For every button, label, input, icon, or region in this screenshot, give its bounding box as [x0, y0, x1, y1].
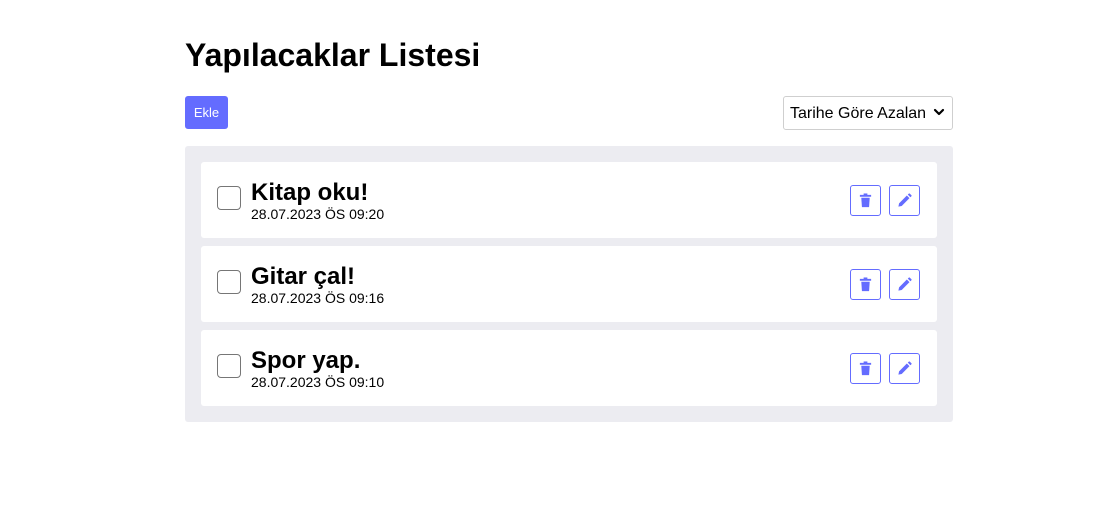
todo-item: Spor yap. 28.07.2023 ÖS 09:10 — [201, 330, 937, 406]
delete-button[interactable] — [850, 353, 881, 384]
sort-select[interactable]: Tarihe Göre Azalan — [783, 96, 953, 130]
delete-button[interactable] — [850, 185, 881, 216]
todo-title: Gitar çal! — [251, 263, 356, 290]
todo-title: Kitap oku! — [251, 179, 369, 206]
toolbar: Ekle Tarihe Göre Azalan — [185, 96, 953, 130]
add-button[interactable]: Ekle — [185, 96, 228, 129]
edit-button[interactable] — [889, 185, 920, 216]
sort-select-value: Tarihe Göre Azalan — [790, 105, 927, 122]
todo-date: 28.07.2023 ÖS 09:20 — [251, 206, 385, 222]
todo-list: Kitap oku! 28.07.2023 ÖS 09:20 Gitar çal… — [185, 146, 953, 422]
trash-icon — [859, 193, 872, 208]
todo-date: 28.07.2023 ÖS 09:10 — [251, 374, 385, 390]
todo-item: Kitap oku! 28.07.2023 ÖS 09:20 — [201, 162, 937, 238]
todo-checkbox[interactable] — [217, 270, 241, 294]
pencil-icon — [898, 277, 912, 291]
todo-checkbox[interactable] — [217, 354, 241, 378]
pencil-icon — [898, 361, 912, 375]
todo-item: Gitar çal! 28.07.2023 ÖS 09:16 — [201, 246, 937, 322]
trash-icon — [859, 277, 872, 292]
todo-checkbox[interactable] — [217, 186, 241, 210]
todo-date: 28.07.2023 ÖS 09:16 — [251, 290, 385, 306]
page-title: Yapılacaklar Listesi — [185, 37, 481, 73]
todo-title: Spor yap. — [251, 347, 361, 374]
chevron-down-icon — [933, 108, 945, 116]
edit-button[interactable] — [889, 269, 920, 300]
delete-button[interactable] — [850, 269, 881, 300]
trash-icon — [859, 361, 872, 376]
edit-button[interactable] — [889, 353, 920, 384]
pencil-icon — [898, 193, 912, 207]
